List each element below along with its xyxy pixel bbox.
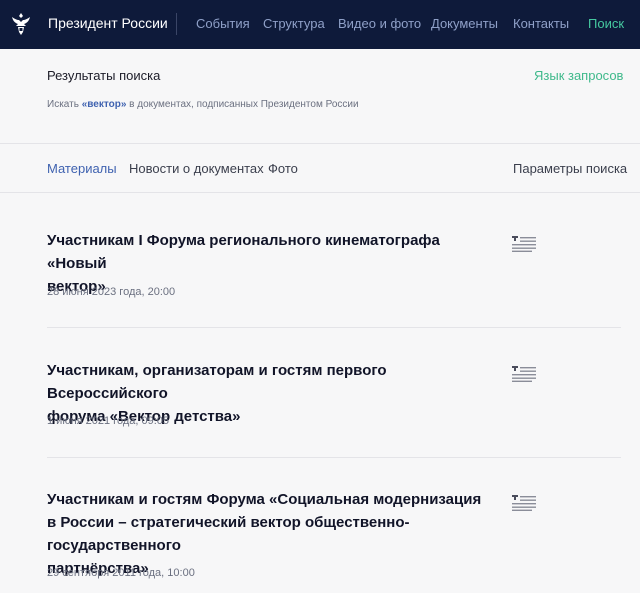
query-term: «вектор» [81, 99, 127, 110]
divider-line [0, 192, 640, 193]
result-title-line[interactable]: Участникам, организаторам и гостям перво… [47, 362, 387, 402]
result-date-1: 28 июня 2023 года, 20:00 [47, 286, 176, 298]
nav-item-documents[interactable]: Документы [431, 16, 498, 31]
nav-item-search[interactable]: Поиск [588, 16, 624, 31]
nav-item-video-photo[interactable]: Видео и фото [338, 16, 421, 31]
document-icon [512, 366, 536, 382]
top-navigation-bar: Президент России События Структура Видео… [0, 0, 640, 49]
header-divider [176, 13, 177, 35]
eagle-emblem-icon[interactable] [9, 11, 33, 37]
search-parameters-button[interactable]: Параметры поиска [513, 161, 627, 176]
page-title: Результаты поиска [47, 68, 161, 83]
divider-line [0, 143, 640, 144]
result-date-2: 1 июня 2021 года, 09:05 [47, 415, 170, 427]
tab-materials[interactable]: Материалы [47, 161, 117, 176]
result-date-3: 29 сентября 2011 года, 10:00 [47, 567, 195, 579]
document-icon [512, 236, 536, 252]
nav-item-events[interactable]: События [196, 16, 250, 31]
nav-item-contacts[interactable]: Контакты [513, 16, 569, 31]
brand-title[interactable]: Президент России [48, 15, 168, 31]
result-title-line[interactable]: в России – стратегический вектор обществ… [47, 514, 410, 554]
result-separator [47, 327, 621, 328]
query-suffix: в документах, подписанных Президентом Ро… [126, 99, 359, 110]
nav-item-structure[interactable]: Структура [263, 16, 325, 31]
result-separator [47, 457, 621, 458]
result-title-line[interactable]: Участникам и гостям Форума «Социальная м… [47, 491, 481, 508]
tab-document-news[interactable]: Новости о документах [129, 161, 264, 176]
search-query-description: Искать «вектор» в документах, подписанны… [47, 99, 359, 110]
query-prefix: Искать [47, 99, 82, 110]
document-icon [512, 495, 536, 511]
tab-photo[interactable]: Фото [268, 161, 298, 176]
query-language-link[interactable]: Язык запросов [534, 68, 623, 83]
result-title-line[interactable]: Участникам I Форума регионального кинема… [47, 232, 440, 272]
